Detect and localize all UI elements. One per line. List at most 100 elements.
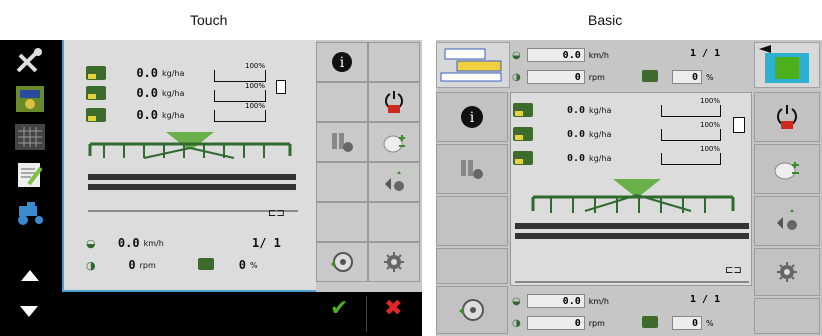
softkey-empty-4[interactable] [316,202,368,242]
basic-tank-level-box [733,117,745,133]
speed-icon: ◒ [512,295,521,307]
section-count: 1/ 1 [252,236,281,250]
metering-unit-icon [86,86,106,100]
rate-row-3: 0.0 kg/ha [86,106,184,124]
rate-unit: kg/ha [162,68,185,78]
softkey-empty-1[interactable] [368,42,420,82]
notes-icon[interactable] [10,158,50,192]
track-line [88,210,298,212]
basic-wheel-button[interactable] [436,286,508,334]
rate-unit: kg/ha [162,88,185,98]
boom-section-bar [88,184,296,190]
svg-text:i: i [470,110,475,126]
basic-top-rpm: ◑ 0 rpm [512,70,605,84]
metering-unit-icon [513,103,533,117]
touch-sidebar [0,40,62,288]
section-icon: ⊏⊐ [268,208,285,219]
implement-thumbnail-icon [440,48,502,82]
softkey-empty-3[interactable] [316,162,368,202]
basic-screen: ◒ 0.0 km/h 1 / 1 ◑ 0 rpm 0 % i 0.0 kg/ha… [436,40,822,336]
rpm-icon: ◑ [512,71,521,83]
basic-bottom-section-count: 1 / 1 [690,294,721,305]
section-gear-icon [332,133,353,152]
basic-main-panel: 0.0 kg/ha 100% 0.0 kg/ha 100% 0.0 kg/ha … [510,92,752,286]
info-icon: i [332,52,352,72]
touch-softkeys: i [316,40,422,292]
info-button[interactable]: i [316,42,368,82]
rpm-icon: ◑ [86,258,96,272]
power-off-icon [385,91,403,113]
boom-section-bar [88,174,296,180]
rate-gauge: 100% [214,102,266,122]
basic-bottom-readouts: ◒ 0.0 km/h 1 / 1 ◑ 0 rpm 0 % [510,288,752,334]
speed-icon: ◒ [86,236,96,250]
speed-readout: ◒ 0.0 km/h [86,236,164,250]
seed-calibration-button[interactable] [368,122,420,162]
seed-bag-icon [383,135,405,153]
power-off-button[interactable] [368,82,420,122]
rate-adjust-button[interactable] [368,162,420,202]
basic-rate-row-1: 0.0 kg/ha [513,101,611,119]
basic-track-line [515,281,749,283]
fan-icon [642,70,658,82]
softkey-empty-2[interactable] [316,82,368,122]
basic-top-percent: 0 % [672,68,714,86]
basic-top-section-count: 1 / 1 [690,48,721,59]
basic-rate-row-2: 0.0 kg/ha [513,125,611,143]
basic-rate-gauge: 100% [661,97,721,117]
fan-icon [642,316,658,328]
sprayer-layout-icon [759,45,809,83]
implement-thumbnail[interactable] [436,42,510,88]
basic-softkey-empty-3[interactable] [754,298,820,334]
settings-button[interactable] [368,242,420,282]
scroll-down-icon[interactable] [20,306,38,317]
cancel-icon[interactable]: ✖ [384,296,402,321]
basic-top-speed: ◒ 0.0 km/h [512,48,609,62]
power-off-icon [777,105,797,129]
softkey-empty-5[interactable] [368,202,420,242]
gear-icon [384,252,404,272]
basic-boom-section-bar [515,233,749,239]
basic-rate-gauge: 100% [661,145,721,165]
basic-settings-button[interactable] [754,248,820,296]
section-control-button[interactable] [316,122,368,162]
basic-boom-section-bar [515,223,749,229]
metering-unit-icon [86,66,106,80]
basic-softkey-empty-2[interactable] [436,248,508,284]
rate-row-1: 0.0 kg/ha [86,64,184,82]
rpm-readout: ◑ 0 rpm [86,258,156,272]
basic-section-control-button[interactable] [436,144,508,194]
info-icon: i [461,106,483,128]
metering-unit-icon [513,127,533,141]
tools-icon[interactable] [10,44,50,78]
basic-rate-adjust-button[interactable] [754,196,820,246]
rate-adjust-icon [777,209,797,230]
tractor-implement-icon[interactable] [10,82,50,116]
rate-gauge: 100% [214,82,266,102]
rate-value: 0.0 [136,86,158,100]
confirm-icon[interactable]: ✔ [330,296,348,321]
wheel-icon [459,299,484,321]
tractor-icon[interactable] [10,196,50,230]
touch-main-panel: 0.0 kg/ha 100% 0.0 kg/ha 100% 0.0 kg/ha … [62,40,316,292]
section-gear-icon [461,160,483,179]
gear-icon [777,262,797,282]
touch-caption: Touch [190,12,228,28]
metering-unit-icon [86,108,106,122]
basic-seed-calibration-button[interactable] [754,144,820,194]
rate-gauge: 100% [214,62,266,82]
divider [366,296,367,332]
basic-bottom-rpm: ◑ 0 rpm [512,316,605,330]
seed-bag-icon [774,162,799,180]
wheel-button[interactable] [316,242,368,282]
rate-adjust-icon [385,171,404,191]
sprayer-layout-button[interactable] [754,42,820,88]
basic-power-off-button[interactable] [754,92,820,142]
basic-section-icon: ⊏⊐ [725,265,742,276]
rpm-icon: ◑ [512,317,521,329]
basic-softkey-empty-1[interactable] [436,196,508,246]
field-grid-icon[interactable] [10,120,50,154]
basic-info-button[interactable]: i [436,92,508,142]
rate-value: 0.0 [136,108,158,122]
scroll-up-icon[interactable] [10,258,50,292]
